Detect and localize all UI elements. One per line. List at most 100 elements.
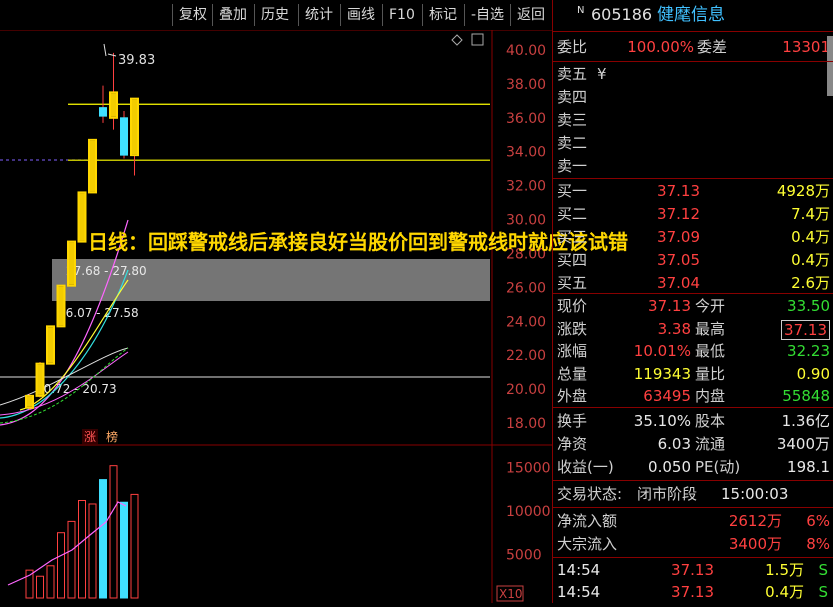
tick-price: 37.13 — [671, 561, 714, 579]
weibi-row: 委比 100.00% 委差 13301 — [553, 36, 833, 58]
f10-button[interactable]: F10 — [382, 4, 421, 26]
kline-chart-area[interactable]: 40.00 38.00 36.00 34.00 32.00 30.00 28.00 26.00… — [0, 29, 628, 603]
candle-fill — [69, 242, 74, 285]
volume-bar — [36, 575, 44, 599]
volume-bar — [78, 499, 86, 599]
buy-volume: 2.6万 — [791, 274, 830, 292]
sell-row: 卖五 ¥ — [553, 63, 833, 85]
stat-label-2: 内盘 — [695, 387, 726, 405]
sell-label: 卖二 — [557, 134, 588, 152]
tag-bang: 榜 — [106, 429, 118, 444]
trade-status-row: 交易状态: 闭市阶段 15:00:03 — [553, 483, 833, 505]
stat-label-2: 最低 — [695, 342, 726, 360]
volume-tick: 15000 — [506, 460, 551, 476]
stat-value-2: 33.50 — [787, 297, 830, 315]
tick-side: S — [818, 561, 828, 579]
overlay-button[interactable]: 叠加 — [212, 4, 253, 26]
stat-value: 63495 — [643, 387, 691, 405]
mark-button[interactable]: 标记 — [422, 4, 463, 26]
stat-value: 37.13 — [648, 297, 691, 315]
tick-volume: 0.4万 — [765, 583, 804, 601]
candle-fill — [48, 327, 53, 363]
price-tick: 40.00 — [506, 43, 546, 59]
window-toggle-icon[interactable] — [471, 33, 484, 46]
trade-status-label: 交易状态: — [557, 485, 623, 503]
volume-bar — [130, 493, 139, 599]
buy-price: 37.04 — [657, 274, 700, 292]
stock-name: 健麾信息 — [657, 5, 725, 25]
fund-label: 净资 — [557, 435, 588, 453]
stat-value-2: 32.23 — [787, 342, 830, 360]
price-tick: 36.00 — [506, 111, 546, 127]
stat-label-2: 量比 — [695, 364, 726, 383]
new-stock-marker: N — [577, 5, 585, 16]
tick-side: S — [818, 583, 828, 601]
block-label: 大宗流入 — [557, 535, 618, 553]
sell-label: 卖一 — [557, 157, 588, 175]
stat-label: 外盘 — [557, 387, 588, 405]
sell-row: 卖三 — [553, 109, 833, 131]
stat-label: 总量 — [557, 364, 588, 383]
stock-header: N 605186 健麾信息 — [553, 4, 833, 26]
kline-chart[interactable]: 40.0038.0036.0034.0032.0030.0028.0026.00… — [0, 29, 552, 603]
price-tick: 38.00 — [506, 77, 546, 93]
trade-status: 闭市阶段 — [637, 485, 698, 503]
chart-toolbar: 复权 叠加 历史 统计 画线 F10 标记 -自选 返回 — [0, 0, 552, 30]
fund-row: 换手 35.10% 股本 1.36亿 — [553, 410, 833, 432]
sell-row: 卖四 — [553, 86, 833, 108]
weicha-value: 13301 — [782, 38, 830, 56]
price-tick: 18.00 — [506, 416, 546, 432]
inflow-value: 2612万 — [728, 512, 782, 530]
stat-row: 涨幅 10.01% 最低 32.23 — [553, 340, 833, 362]
buy-row: 买五 37.04 2.6万 — [553, 272, 833, 294]
weibi-label: 委比 — [557, 38, 588, 56]
fund-label-2: 股本 — [695, 412, 726, 430]
buy-label: 买五 — [557, 274, 588, 292]
fund-value: 35.10% — [633, 412, 691, 430]
band-low-label: 20.72 - 20.73 — [36, 382, 117, 396]
fund-value-2: 1.36亿 — [781, 412, 830, 430]
candle — [120, 117, 128, 156]
candle-fill — [58, 286, 64, 326]
stat-value: 119343 — [633, 364, 691, 383]
band-top-label: 27.68 - 27.80 — [66, 264, 147, 278]
fund-label-2: PE(动) — [695, 458, 741, 476]
tick-row: 14:54 37.13 1.5万 S — [553, 559, 833, 581]
buy-price: 37.05 — [657, 251, 700, 269]
diamond-icon[interactable] — [451, 34, 463, 46]
draw-line-button[interactable]: 画线 — [340, 4, 381, 26]
buy-volume: 0.4万 — [791, 251, 830, 269]
block-row: 大宗流入 3400万 8% — [553, 533, 833, 555]
weicha-label: 委差 — [697, 38, 728, 56]
price-tick: 34.00 — [506, 145, 546, 161]
buy-row: 买三 37.09 0.4万 — [553, 226, 833, 248]
back-button[interactable]: 返回 — [510, 4, 551, 26]
sell-label: 卖三 — [557, 111, 588, 129]
stat-value: 10.01% — [633, 342, 691, 360]
stat-value-2: 55848 — [782, 387, 830, 405]
stat-label: 涨幅 — [557, 342, 588, 360]
buy-label: 买四 — [557, 251, 588, 269]
block-pct: 8% — [806, 535, 830, 553]
sell-row: 卖二 — [553, 132, 833, 154]
inflow-pct: 6% — [806, 512, 830, 530]
volume-bar — [99, 479, 107, 599]
history-button[interactable]: 历史 — [254, 4, 295, 26]
candle-fill — [27, 396, 32, 407]
buy-volume: 4928万 — [776, 182, 830, 200]
quote-panel: N 605186 健麾信息 委比 100.00% 委差 13301 卖五 ¥ 卖四… — [552, 0, 833, 603]
price-tick: 32.00 — [506, 179, 546, 195]
buy-price: 37.12 — [657, 205, 700, 223]
high-pointer — [103, 43, 107, 57]
stat-row: 外盘 63495 内盘 55848 — [553, 385, 833, 407]
tick-volume: 1.5万 — [765, 561, 804, 579]
fuquan-button[interactable]: 复权 — [172, 4, 213, 26]
fund-value: 0.050 — [648, 458, 691, 476]
currency-icon: ¥ — [597, 65, 607, 83]
price-tick: 22.00 — [506, 348, 546, 364]
remove-watchlist-button[interactable]: -自选 — [464, 4, 510, 26]
volume-unit: X10 — [499, 587, 523, 601]
stat-value: 3.38 — [657, 319, 691, 338]
statistics-button[interactable]: 统计 — [298, 4, 339, 26]
high-label: 39.83 — [118, 53, 155, 68]
